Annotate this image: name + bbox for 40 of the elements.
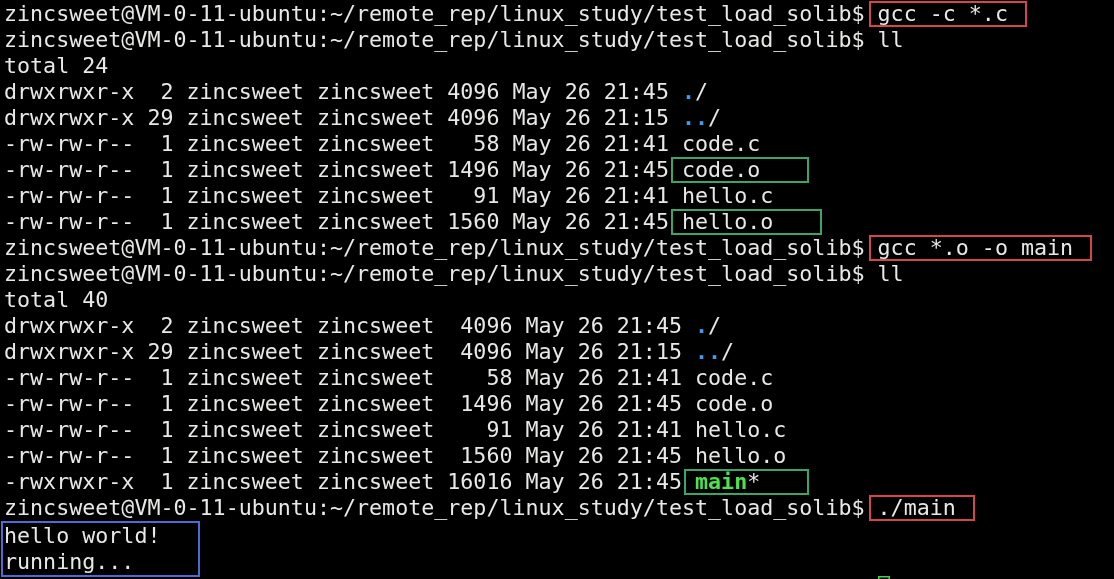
- output-text: total 24: [4, 53, 109, 79]
- file-details-text: -rw-rw-r-- 1 zincsweet zincsweet 91 May 26 21:41: [4, 417, 682, 443]
- command-text: gcc -c *.c: [877, 1, 1008, 26]
- file-name: code.o: [682, 157, 761, 182]
- command-text: ll: [877, 27, 904, 53]
- file-details-text: -rw-rw-r-- 1 zincsweet zincsweet 91 May 26 21:41: [4, 183, 669, 209]
- output-text: total 40: [4, 287, 109, 313]
- file-name: code.c: [682, 131, 761, 157]
- prompt-text: zincsweet@VM-0-11-ubuntu:~/remote_rep/linux_study/test_load_solib$: [4, 1, 865, 27]
- file-details-text: drwxrwxr-x 29 zincsweet zincsweet 4096 May 26 21:15: [4, 339, 682, 365]
- file-name: code.c: [695, 365, 774, 391]
- file-details-text: -rw-rw-r-- 1 zincsweet zincsweet 58 May 26 21:41: [4, 131, 669, 157]
- prompt-text: zincsweet@VM-0-11-ubuntu:~/remote_rep/linux_study/test_load_solib$: [4, 261, 865, 287]
- output-text: hello world!: [4, 523, 161, 549]
- prompt-text: zincsweet@VM-0-11-ubuntu:~/remote_rep/linux_study/test_load_solib$: [4, 495, 865, 521]
- file-details-text: -rw-rw-r-- 1 zincsweet zincsweet 1496 May 26 21:45: [4, 157, 669, 183]
- file-details-text: -rwxrwxr-x 1 zincsweet zincsweet 16016 May 26 21:45: [4, 469, 682, 495]
- command-text: ./main: [877, 495, 956, 520]
- output-text: running...: [4, 549, 135, 575]
- file-details-text: -rw-rw-r-- 1 zincsweet zincsweet 1560 May 26 21:45: [4, 209, 669, 235]
- file-name: hello.c: [682, 183, 774, 209]
- file-name: hello.o: [682, 209, 774, 234]
- file-name: ../: [695, 339, 735, 365]
- file-name: hello.c: [695, 417, 787, 443]
- file-name: code.o: [695, 391, 774, 417]
- file-details-text: drwxrwxr-x 2 zincsweet zincsweet 4096 May 26 21:45: [4, 313, 682, 339]
- file-details-text: -rw-rw-r-- 1 zincsweet zincsweet 1496 May 26 21:45: [4, 391, 682, 417]
- file-name: ./: [682, 79, 709, 105]
- command-text: ll: [877, 261, 904, 287]
- file-details-text: drwxrwxr-x 2 zincsweet zincsweet 4096 May 26 21:45: [4, 79, 669, 105]
- file-name: main*: [695, 469, 761, 494]
- file-name: hello.o: [695, 443, 787, 469]
- file-details-text: -rw-rw-r-- 1 zincsweet zincsweet 58 May 26 21:41: [4, 365, 682, 391]
- file-details-text: -rw-rw-r-- 1 zincsweet zincsweet 1560 May 26 21:45: [4, 443, 682, 469]
- file-name: ./: [695, 313, 722, 339]
- file-details-text: drwxrwxr-x 29 zincsweet zincsweet 4096 May 26 21:15: [4, 105, 669, 131]
- command-text: gcc *.o -o main: [877, 235, 1074, 260]
- file-name: ../: [682, 105, 722, 131]
- prompt-text: zincsweet@VM-0-11-ubuntu:~/remote_rep/linux_study/test_load_solib$: [4, 27, 865, 53]
- prompt-text: zincsweet@VM-0-11-ubuntu:~/remote_rep/linux_study/test_load_solib$: [4, 235, 865, 261]
